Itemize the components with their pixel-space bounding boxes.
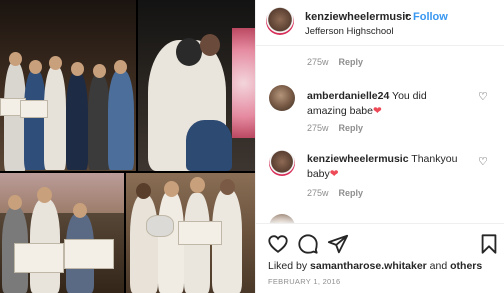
photo-tile-group-stage (0, 0, 136, 171)
red-heart-emoji-icon: ❤ (329, 168, 339, 180)
bookmark-icon[interactable] (478, 233, 500, 255)
likes-prefix: Liked by (268, 260, 308, 272)
post-photo[interactable] (0, 0, 255, 293)
header-separator: • (405, 10, 409, 22)
comment-meta: 275w Reply (307, 57, 363, 67)
paper-plane-icon[interactable] (327, 233, 349, 255)
photo-tile-hug (138, 0, 255, 171)
post-actions: Liked by samantharose.whitaker and other… (256, 223, 504, 293)
post-location[interactable]: Jefferson Highschool (305, 26, 394, 37)
comment-like-heart-icon[interactable]: ♡ (478, 90, 488, 103)
author-username[interactable]: kenziewheelermusic (305, 11, 411, 23)
comment-meta: 275w Reply (307, 123, 363, 133)
post-date: FEBRUARY 1, 2016 (268, 277, 341, 286)
comment-username[interactable]: kenziewheelermusic (307, 153, 409, 165)
reply-button[interactable]: Reply (339, 57, 364, 67)
likes-others-link[interactable]: others (450, 260, 482, 272)
comment-like-heart-icon[interactable]: ♡ (478, 155, 488, 168)
red-heart-emoji-icon: ❤ (372, 105, 382, 117)
heart-outline-icon[interactable] (267, 233, 289, 255)
reply-button[interactable]: Reply (339, 123, 364, 133)
comment-body: amberdanielle24 You did amazing babe❤ (307, 89, 467, 119)
commenter-avatar[interactable] (269, 85, 295, 111)
likes-summary: Liked by samantharose.whitaker and other… (268, 260, 482, 272)
comment-bubble-icon[interactable] (297, 233, 319, 255)
likes-connector: and (429, 260, 448, 272)
comment-body: kenziewheelermusic Thankyou baby❤ (307, 152, 467, 182)
comment-username[interactable]: amberdanielle24 (307, 90, 389, 102)
photo-tile-check-presentation (0, 173, 124, 293)
post-sidebar: kenziewheelermusic • Follow Jefferson Hi… (255, 0, 504, 293)
author-avatar[interactable] (266, 7, 294, 35)
comment-time[interactable]: 275w (307, 123, 329, 133)
photo-tile-group-brick (126, 173, 255, 293)
comment-time[interactable]: 275w (307, 57, 329, 67)
commenter-avatar[interactable] (269, 150, 295, 176)
comment-time[interactable]: 275w (307, 188, 329, 198)
liker-username[interactable]: samantharose.whitaker (310, 260, 427, 272)
follow-button[interactable]: Follow (413, 11, 448, 23)
comment-meta: 275w Reply (307, 188, 363, 198)
reply-button[interactable]: Reply (339, 188, 364, 198)
post-header: kenziewheelermusic • Follow Jefferson Hi… (256, 0, 504, 46)
